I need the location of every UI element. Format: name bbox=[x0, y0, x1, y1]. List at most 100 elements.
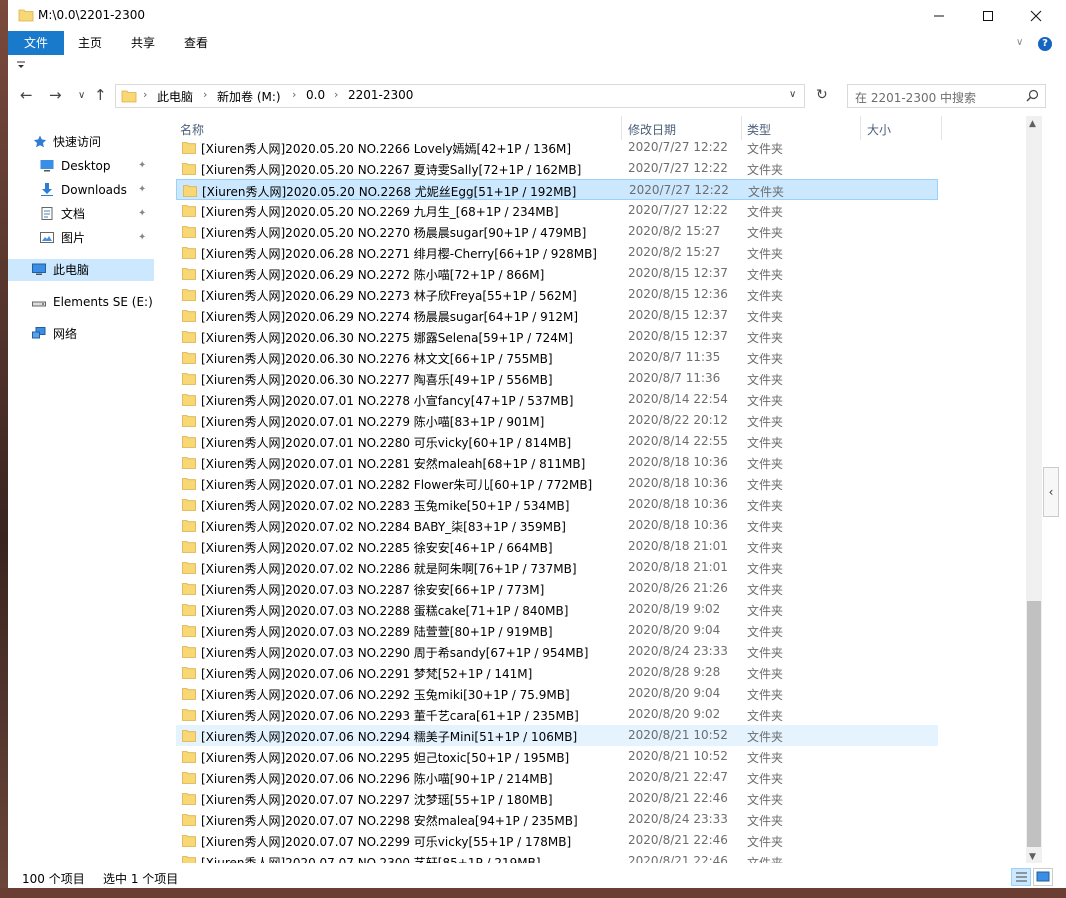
column-type[interactable]: 类型 bbox=[747, 121, 771, 138]
back-arrow-icon[interactable]: ← bbox=[20, 86, 33, 104]
row-type: 文件夹 bbox=[747, 142, 784, 156]
row-date: 2020/8/18 10:36 bbox=[628, 455, 728, 469]
nav-this-pc[interactable]: 此电脑 bbox=[8, 259, 154, 281]
breadcrumb-this-pc[interactable]: 此电脑 bbox=[157, 88, 193, 105]
tab-share[interactable]: 共享 bbox=[123, 31, 163, 55]
file-list: 名称 修改日期 类型 大小 [Xiuren秀人网]2020.05.20 NO.2… bbox=[163, 116, 1031, 863]
table-row[interactable]: [Xiuren秀人网]2020.07.06 NO.2293 董千艺cara[61… bbox=[176, 704, 938, 725]
scrollbar-thumb[interactable] bbox=[1027, 601, 1041, 847]
table-row[interactable]: [Xiuren秀人网]2020.07.03 NO.2288 蛋糕cake[71+… bbox=[176, 599, 938, 620]
table-row[interactable]: [Xiuren秀人网]2020.07.06 NO.2295 妲己toxic[50… bbox=[176, 746, 938, 767]
row-date: 2020/8/2 15:27 bbox=[628, 245, 721, 259]
row-date: 2020/8/26 21:26 bbox=[628, 581, 728, 595]
search-input[interactable]: 在 2201-2300 中搜索 bbox=[847, 84, 1046, 108]
details-view-button[interactable] bbox=[1011, 868, 1031, 886]
table-row[interactable]: [Xiuren秀人网]2020.07.06 NO.2296 陈小喵[90+1P … bbox=[176, 767, 938, 788]
folder-icon bbox=[182, 373, 196, 385]
folder-icon bbox=[182, 310, 196, 322]
tab-file[interactable]: 文件 bbox=[8, 31, 64, 55]
table-row[interactable]: [Xiuren秀人网]2020.07.07 NO.2299 可乐vicky[55… bbox=[176, 830, 938, 851]
refresh-icon[interactable]: ↻ bbox=[816, 87, 828, 103]
table-row[interactable]: [Xiuren秀人网]2020.05.20 NO.2266 Lovely嫣嫣[4… bbox=[176, 137, 938, 158]
table-row[interactable]: [Xiuren秀人网]2020.07.03 NO.2289 陆萱萱[80+1P … bbox=[176, 620, 938, 641]
ribbon-tabs: 文件 主页 共享 查看 ∨ ? bbox=[8, 31, 1066, 56]
recent-chevron-icon[interactable]: ∨ bbox=[78, 90, 85, 101]
table-row[interactable]: [Xiuren秀人网]2020.05.20 NO.2269 九月生_[68+1P… bbox=[176, 200, 938, 221]
table-row[interactable]: [Xiuren秀人网]2020.06.30 NO.2275 娜露Selena[5… bbox=[176, 326, 938, 347]
tab-view[interactable]: 查看 bbox=[176, 31, 216, 55]
breadcrumb-drive[interactable]: 新加卷 (M:) bbox=[217, 88, 281, 105]
table-row[interactable]: [Xiuren秀人网]2020.07.07 NO.2297 沈梦瑶[55+1P … bbox=[176, 788, 938, 809]
breadcrumb-folder[interactable]: 0.0 bbox=[306, 88, 325, 102]
desktop-background bbox=[0, 0, 8, 898]
nav-documents[interactable]: 文档 ✦ bbox=[8, 203, 154, 225]
scroll-down-icon[interactable]: ▼ bbox=[1029, 852, 1036, 862]
row-name: [Xiuren秀人网]2020.07.07 NO.2299 可乐vicky[55… bbox=[201, 835, 572, 849]
table-row[interactable]: [Xiuren秀人网]2020.06.29 NO.2272 陈小喵[72+1P … bbox=[176, 263, 938, 284]
table-row[interactable]: [Xiuren秀人网]2020.07.02 NO.2284 BABY_柒[83+… bbox=[176, 515, 938, 536]
table-row[interactable]: [Xiuren秀人网]2020.07.01 NO.2281 安然maleah[6… bbox=[176, 452, 938, 473]
table-row[interactable]: [Xiuren秀人网]2020.06.30 NO.2276 林文文[66+1P … bbox=[176, 347, 938, 368]
address-dropdown-icon[interactable]: ∨ bbox=[789, 89, 796, 100]
pin-icon[interactable]: ✦ bbox=[138, 179, 146, 201]
scroll-up-icon[interactable]: ▲ bbox=[1029, 119, 1036, 129]
table-row[interactable]: [Xiuren秀人网]2020.07.07 NO.2300 艺轩[85+1P /… bbox=[176, 851, 938, 863]
minimize-button[interactable] bbox=[916, 0, 962, 31]
forward-arrow-icon[interactable]: → bbox=[49, 86, 62, 104]
large-icons-view-button[interactable] bbox=[1033, 868, 1053, 886]
breadcrumb-current[interactable]: 2201-2300 bbox=[348, 88, 413, 102]
quick-access-toolbar-dropdown[interactable] bbox=[16, 60, 26, 73]
row-type: 文件夹 bbox=[747, 331, 784, 345]
table-row[interactable]: [Xiuren秀人网]2020.07.02 NO.2283 玉兔mike[50+… bbox=[176, 494, 938, 515]
help-icon[interactable]: ? bbox=[1038, 37, 1052, 51]
folder-icon bbox=[182, 604, 196, 616]
close-button[interactable] bbox=[1013, 0, 1059, 31]
column-size[interactable]: 大小 bbox=[867, 121, 891, 138]
pin-icon[interactable]: ✦ bbox=[138, 155, 146, 177]
table-row[interactable]: [Xiuren秀人网]2020.06.28 NO.2271 绯月樱-Cherry… bbox=[176, 242, 938, 263]
table-row[interactable]: [Xiuren秀人网]2020.05.20 NO.2270 杨晨晨sugar[9… bbox=[176, 221, 938, 242]
folder-icon bbox=[182, 142, 196, 154]
row-type: 文件夹 bbox=[747, 772, 784, 786]
nav-downloads[interactable]: Downloads ✦ bbox=[8, 179, 154, 201]
chevron-left-icon: ‹ bbox=[1048, 485, 1054, 499]
nav-documents-label: 文档 bbox=[61, 207, 86, 221]
table-row[interactable]: [Xiuren秀人网]2020.07.06 NO.2291 梦梵[52+1P /… bbox=[176, 662, 938, 683]
table-row[interactable]: [Xiuren秀人网]2020.07.02 NO.2285 徐安安[46+1P … bbox=[176, 536, 938, 557]
folder-icon bbox=[182, 394, 196, 406]
table-row[interactable]: [Xiuren秀人网]2020.07.01 NO.2282 Flower朱可儿[… bbox=[176, 473, 938, 494]
preview-pane-toggle[interactable]: ‹ bbox=[1043, 467, 1059, 517]
column-date[interactable]: 修改日期 bbox=[628, 121, 676, 138]
nav-drive-e[interactable]: Elements SE (E:) bbox=[8, 291, 154, 313]
table-row[interactable]: [Xiuren秀人网]2020.06.30 NO.2277 陶喜乐[49+1P … bbox=[176, 368, 938, 389]
table-row[interactable]: [Xiuren秀人网]2020.06.29 NO.2273 林子欣Freya[5… bbox=[176, 284, 938, 305]
column-name[interactable]: 名称 bbox=[180, 121, 204, 138]
pin-icon[interactable]: ✦ bbox=[138, 203, 146, 225]
table-row[interactable]: [Xiuren秀人网]2020.07.07 NO.2298 安然malea[94… bbox=[176, 809, 938, 830]
pin-icon[interactable]: ✦ bbox=[138, 227, 146, 249]
tab-home[interactable]: 主页 bbox=[70, 31, 110, 55]
nav-network[interactable]: 网络 bbox=[8, 323, 154, 345]
table-row[interactable]: [Xiuren秀人网]2020.07.03 NO.2290 周于希sandy[6… bbox=[176, 641, 938, 662]
table-row[interactable]: [Xiuren秀人网]2020.07.03 NO.2287 徐安安[66+1P … bbox=[176, 578, 938, 599]
table-row[interactable]: [Xiuren秀人网]2020.07.06 NO.2292 玉兔miki[30+… bbox=[176, 683, 938, 704]
nav-desktop[interactable]: Desktop ✦ bbox=[8, 155, 154, 177]
column-divider[interactable] bbox=[941, 116, 942, 140]
table-row[interactable]: [Xiuren秀人网]2020.07.01 NO.2278 小宣fancy[47… bbox=[176, 389, 938, 410]
nav-pictures[interactable]: 图片 ✦ bbox=[8, 227, 154, 249]
address-bar[interactable]: › 此电脑 › 新加卷 (M:) › 0.0 › 2201-2300 ∨ bbox=[115, 84, 805, 108]
table-row[interactable]: [Xiuren秀人网]2020.07.01 NO.2279 陈小喵[83+1P … bbox=[176, 410, 938, 431]
table-row[interactable]: [Xiuren秀人网]2020.07.02 NO.2286 就是阿朱啊[76+1… bbox=[176, 557, 938, 578]
nav-quick-access[interactable]: 快速访问 bbox=[8, 131, 154, 153]
chevron-down-icon[interactable]: ∨ bbox=[1016, 37, 1023, 48]
row-date: 2020/8/14 22:55 bbox=[628, 434, 728, 448]
up-arrow-icon[interactable]: ↑ bbox=[94, 86, 107, 104]
maximize-button[interactable] bbox=[965, 0, 1011, 31]
table-row[interactable]: [Xiuren秀人网]2020.06.29 NO.2274 杨晨晨sugar[6… bbox=[176, 305, 938, 326]
folder-icon bbox=[182, 772, 196, 784]
vertical-scrollbar[interactable]: ▲ ▼ bbox=[1026, 116, 1042, 863]
table-row[interactable]: [Xiuren秀人网]2020.07.01 NO.2280 可乐vicky[60… bbox=[176, 431, 938, 452]
table-row[interactable]: [Xiuren秀人网]2020.05.20 NO.2268 尤妮丝Egg[51+… bbox=[176, 179, 938, 200]
table-row[interactable]: [Xiuren秀人网]2020.07.06 NO.2294 糯美子Mini[51… bbox=[176, 725, 938, 746]
table-row[interactable]: [Xiuren秀人网]2020.05.20 NO.2267 夏诗雯Sally[7… bbox=[176, 158, 938, 179]
